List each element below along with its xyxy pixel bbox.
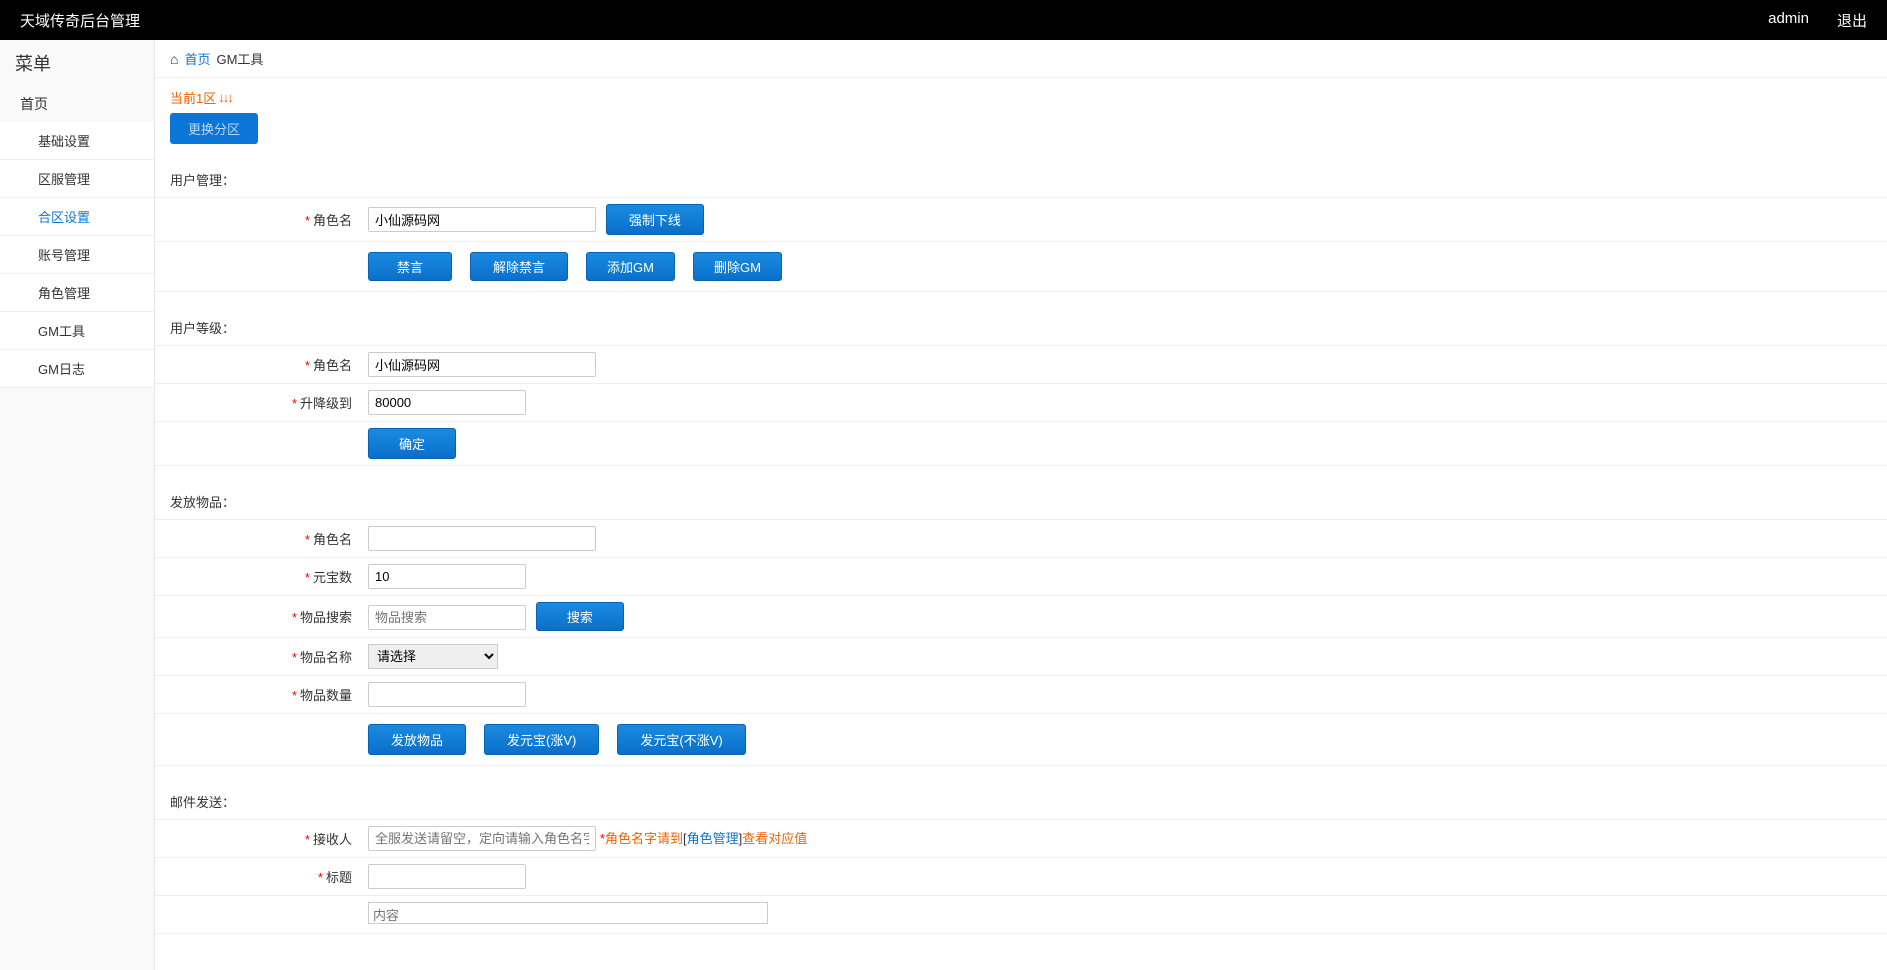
- input-role-name-item[interactable]: [368, 526, 596, 551]
- select-item-name[interactable]: 请选择: [368, 644, 498, 669]
- recipient-hint: *角色名字请到[角色管理]查看对应值: [600, 831, 807, 846]
- label-role-name-3: 角色名: [313, 532, 352, 547]
- topbar: 天域传奇后台管理 admin 退出: [0, 0, 1887, 40]
- sidebar-item-zone-mgmt[interactable]: 区服管理: [0, 160, 154, 198]
- sidebar-item-gm-log[interactable]: GM日志: [0, 350, 154, 388]
- change-zone-button[interactable]: 更换分区: [170, 113, 258, 144]
- menu-heading: 菜单: [0, 40, 154, 86]
- label-gold: 元宝数: [313, 570, 352, 585]
- give-item-button[interactable]: 发放物品: [368, 724, 466, 755]
- label-item-name: 物品名称: [300, 650, 352, 665]
- input-role-name-level[interactable]: [368, 352, 596, 377]
- input-item-qty[interactable]: [368, 682, 526, 707]
- sidebar-item-gm-tools[interactable]: GM工具: [0, 312, 154, 350]
- breadcrumb-home-link[interactable]: 首页: [184, 49, 210, 68]
- label-item-search: 物品搜索: [300, 610, 352, 625]
- app-title: 天域传奇后台管理: [20, 10, 140, 31]
- user-link[interactable]: admin: [1768, 10, 1809, 31]
- input-recipient[interactable]: [368, 826, 596, 851]
- confirm-level-button[interactable]: 确定: [368, 428, 456, 459]
- arrow-down-icon: ↓↓↓: [218, 90, 232, 105]
- breadcrumb-current: GM工具: [216, 49, 263, 68]
- logout-link[interactable]: 退出: [1837, 10, 1867, 31]
- search-item-button[interactable]: 搜索: [536, 602, 624, 631]
- give-gold-inc-button[interactable]: 发元宝(涨V): [484, 724, 599, 755]
- ban-button[interactable]: 禁言: [368, 252, 452, 281]
- textarea-content[interactable]: [368, 902, 768, 924]
- label-level-to: 升降级到: [300, 396, 352, 411]
- sidebar-item-merge-settings[interactable]: 合区设置: [0, 198, 154, 236]
- sidebar-item-account-mgmt[interactable]: 账号管理: [0, 236, 154, 274]
- label-item-qty: 物品数量: [300, 688, 352, 703]
- section-mail-title: 邮件发送：: [155, 784, 1887, 820]
- sidebar: 菜单 首页 基础设置 区服管理 合区设置 账号管理 角色管理 GM工具 GM日志: [0, 40, 155, 970]
- input-subject[interactable]: [368, 864, 526, 889]
- zone-indicator: 当前1区↓↓↓: [155, 78, 1887, 113]
- section-give-item-title: 发放物品：: [155, 484, 1887, 520]
- role-mgmt-link[interactable]: 角色管理: [687, 831, 739, 846]
- sidebar-item-basic-settings[interactable]: 基础设置: [0, 122, 154, 160]
- add-gm-button[interactable]: 添加GM: [586, 252, 675, 281]
- section-user-mgmt-title: 用户管理：: [155, 162, 1887, 198]
- sidebar-root-home[interactable]: 首页: [0, 86, 154, 122]
- sidebar-item-role-mgmt[interactable]: 角色管理: [0, 274, 154, 312]
- breadcrumb: ⌂ 首页 GM工具: [155, 40, 1887, 78]
- force-offline-button[interactable]: 强制下线: [606, 204, 704, 235]
- label-role-name: 角色名: [313, 213, 352, 228]
- main-content: ⌂ 首页 GM工具 当前1区↓↓↓ 更换分区 用户管理： *角色名 强制下线: [155, 40, 1887, 970]
- input-level-value[interactable]: [368, 390, 526, 415]
- label-role-name-2: 角色名: [313, 358, 352, 373]
- input-role-name[interactable]: [368, 207, 596, 232]
- give-gold-noinc-button[interactable]: 发元宝(不涨V): [617, 724, 745, 755]
- label-subject: 标题: [326, 870, 352, 885]
- section-user-level-title: 用户等级：: [155, 310, 1887, 346]
- delete-gm-button[interactable]: 删除GM: [693, 252, 782, 281]
- home-icon: ⌂: [170, 51, 178, 67]
- input-item-search[interactable]: [368, 605, 526, 630]
- input-gold[interactable]: [368, 564, 526, 589]
- label-recipient: 接收人: [313, 832, 352, 847]
- unban-button[interactable]: 解除禁言: [470, 252, 568, 281]
